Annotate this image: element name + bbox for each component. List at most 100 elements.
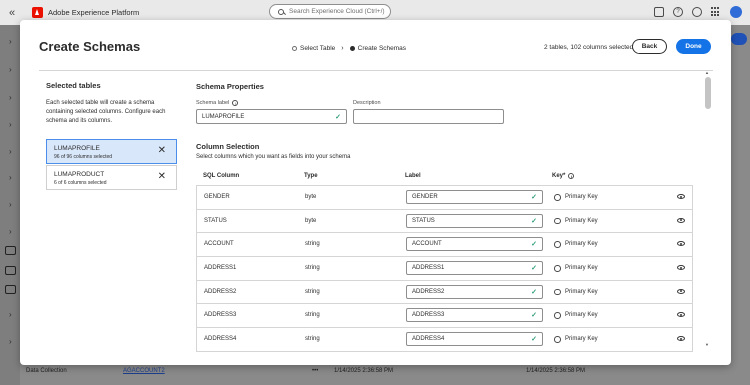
vertical-scrollbar[interactable]: ▲ ▼ bbox=[704, 70, 712, 365]
primary-key-label: Primary Key bbox=[565, 241, 598, 248]
import-icon[interactable] bbox=[5, 285, 16, 294]
bell-icon[interactable] bbox=[692, 7, 702, 17]
primary-key-label: Primary Key bbox=[565, 217, 598, 224]
eye-icon[interactable] bbox=[677, 241, 685, 247]
column-type: string bbox=[305, 288, 320, 295]
column-type: string bbox=[305, 265, 320, 272]
primary-key-radio[interactable] bbox=[554, 288, 561, 296]
primary-key-radio[interactable] bbox=[554, 217, 561, 225]
chevron-right-icon[interactable]: › bbox=[9, 93, 12, 102]
done-button[interactable]: Done bbox=[676, 39, 711, 54]
scroll-up-icon[interactable]: ▲ bbox=[705, 70, 709, 75]
label-input[interactable]: ADDRESS1 ✓ bbox=[406, 261, 543, 276]
sql-column-name: ADDRESS1 bbox=[204, 265, 237, 272]
table-column-count: 96 of 96 columns selected bbox=[54, 154, 113, 160]
eye-icon[interactable] bbox=[677, 265, 685, 271]
label-value: GENDER bbox=[412, 194, 438, 200]
avatar[interactable] bbox=[730, 6, 742, 18]
sql-column-name: ADDRESS2 bbox=[204, 288, 237, 295]
primary-key-radio[interactable] bbox=[554, 265, 561, 272]
chevron-right-icon[interactable]: › bbox=[9, 310, 12, 319]
column-selection-heading: Column Selection bbox=[196, 142, 260, 151]
label-input[interactable]: STATUS ✓ bbox=[406, 213, 543, 228]
primary-key-radio[interactable] bbox=[554, 241, 561, 248]
label-input[interactable]: ACCOUNT ✓ bbox=[406, 237, 543, 252]
created-date: 1/14/2025 2:36:58 PM bbox=[334, 368, 394, 374]
monitor-icon[interactable] bbox=[5, 266, 16, 275]
label-input[interactable]: ADDRESS2 ✓ bbox=[406, 284, 543, 299]
dataset-link[interactable]: AGACCOUNT2 bbox=[123, 368, 165, 374]
label-value: STATUS bbox=[412, 217, 435, 224]
label-input[interactable]: ADDRESS3 ✓ bbox=[406, 308, 543, 323]
selection-summary: 2 tables, 102 columns selected bbox=[544, 44, 634, 51]
info-icon[interactable]: i bbox=[568, 173, 575, 179]
chevron-right-icon[interactable]: › bbox=[9, 173, 12, 182]
header-key-text: Key* bbox=[552, 173, 566, 179]
close-icon[interactable]: ✕ bbox=[158, 146, 166, 156]
primary-key-label: Primary Key bbox=[565, 336, 598, 343]
sql-column-name: ADDRESS4 bbox=[204, 336, 237, 343]
eye-icon[interactable] bbox=[677, 312, 685, 318]
column-type: byte bbox=[305, 217, 317, 224]
back-button[interactable]: Back bbox=[632, 39, 667, 54]
dialog-title: Create Schemas bbox=[39, 39, 141, 54]
selected-tables-description: Each selected table will create a schema… bbox=[46, 100, 166, 124]
checkmark-icon: ✓ bbox=[531, 217, 537, 225]
chevron-right-icon[interactable]: › bbox=[9, 200, 12, 209]
chevron-right-icon[interactable]: › bbox=[9, 120, 12, 129]
step-current-icon bbox=[349, 46, 355, 51]
help-icon[interactable]: ? bbox=[673, 7, 683, 17]
app-switcher-icon[interactable] bbox=[711, 7, 721, 17]
checkmark-icon: ✓ bbox=[531, 241, 537, 249]
chevron-right-icon[interactable]: › bbox=[9, 227, 12, 236]
chevron-right-icon[interactable]: › bbox=[9, 65, 12, 74]
background-table-row: Data Collection AGACCOUNT2 ••• 1/14/2025… bbox=[20, 365, 750, 385]
step-select-table[interactable]: Select Table bbox=[300, 45, 335, 52]
chevron-right-icon[interactable]: › bbox=[9, 37, 12, 46]
table-row: ADDRESS1 string ADDRESS1 ✓ Primary Key bbox=[197, 257, 692, 281]
eye-icon[interactable] bbox=[677, 288, 685, 294]
column-table: GENDER byte GENDER ✓ Primary Key STATUS b… bbox=[196, 185, 693, 352]
checkmark-icon: ✓ bbox=[335, 113, 341, 121]
checkmark-icon: ✓ bbox=[531, 194, 537, 201]
collapse-nav-icon[interactable]: « bbox=[0, 7, 24, 19]
sql-column-name: ADDRESS3 bbox=[204, 312, 237, 319]
description-input[interactable] bbox=[353, 109, 504, 124]
table-item-lumaprofile[interactable]: LUMAPROFILE 96 of 96 columns selected ✕ bbox=[46, 139, 177, 164]
sidebar-item-data-collection[interactable]: Data Collection bbox=[26, 368, 67, 374]
label-value: ADDRESS1 bbox=[412, 265, 445, 272]
chevron-right-icon[interactable]: › bbox=[9, 147, 12, 156]
label-value: ADDRESS2 bbox=[412, 288, 445, 295]
checkmark-icon: ✓ bbox=[531, 265, 537, 273]
search-placeholder: Search Experience Cloud (Ctrl+/) bbox=[289, 8, 385, 15]
label-value: ADDRESS3 bbox=[412, 312, 445, 319]
checkmark-icon: ✓ bbox=[531, 288, 537, 296]
column-selection-subtitle: Select columns which you want as fields … bbox=[196, 154, 351, 160]
primary-key-radio[interactable] bbox=[554, 312, 561, 319]
feedback-icon[interactable] bbox=[654, 7, 664, 17]
close-icon[interactable]: ✕ bbox=[158, 172, 166, 182]
global-search-input[interactable]: Search Experience Cloud (Ctrl+/) bbox=[269, 4, 391, 19]
primary-key-radio[interactable] bbox=[554, 194, 561, 201]
notification-badge[interactable] bbox=[731, 33, 747, 45]
schema-label-input[interactable]: LUMAPROFILE ✓ bbox=[196, 109, 347, 124]
header-sql-column: SQL Column bbox=[203, 173, 240, 179]
label-input[interactable]: GENDER ✓ bbox=[406, 190, 543, 204]
info-icon[interactable]: i bbox=[232, 100, 239, 106]
terminal-icon[interactable] bbox=[5, 246, 16, 255]
selected-tables-heading: Selected tables bbox=[46, 81, 101, 90]
primary-key-radio[interactable] bbox=[554, 336, 561, 343]
eye-icon[interactable] bbox=[677, 336, 685, 342]
checkmark-icon: ✓ bbox=[531, 312, 537, 320]
eye-icon[interactable] bbox=[677, 194, 685, 199]
table-item-lumaproduct[interactable]: LUMAPRODUCT 6 of 6 columns selected ✕ bbox=[46, 165, 177, 190]
label-input[interactable]: ADDRESS4 ✓ bbox=[406, 332, 543, 347]
search-icon bbox=[278, 8, 284, 15]
background-right-column bbox=[730, 25, 750, 365]
chevron-right-icon[interactable]: › bbox=[9, 337, 12, 346]
eye-icon[interactable] bbox=[677, 217, 685, 223]
create-schemas-dialog: Create Schemas Select Table › Create Sch… bbox=[20, 20, 731, 365]
scroll-thumb[interactable] bbox=[705, 77, 711, 109]
scroll-down-icon[interactable]: ▼ bbox=[705, 342, 709, 347]
more-actions-icon[interactable]: ••• bbox=[312, 368, 318, 374]
